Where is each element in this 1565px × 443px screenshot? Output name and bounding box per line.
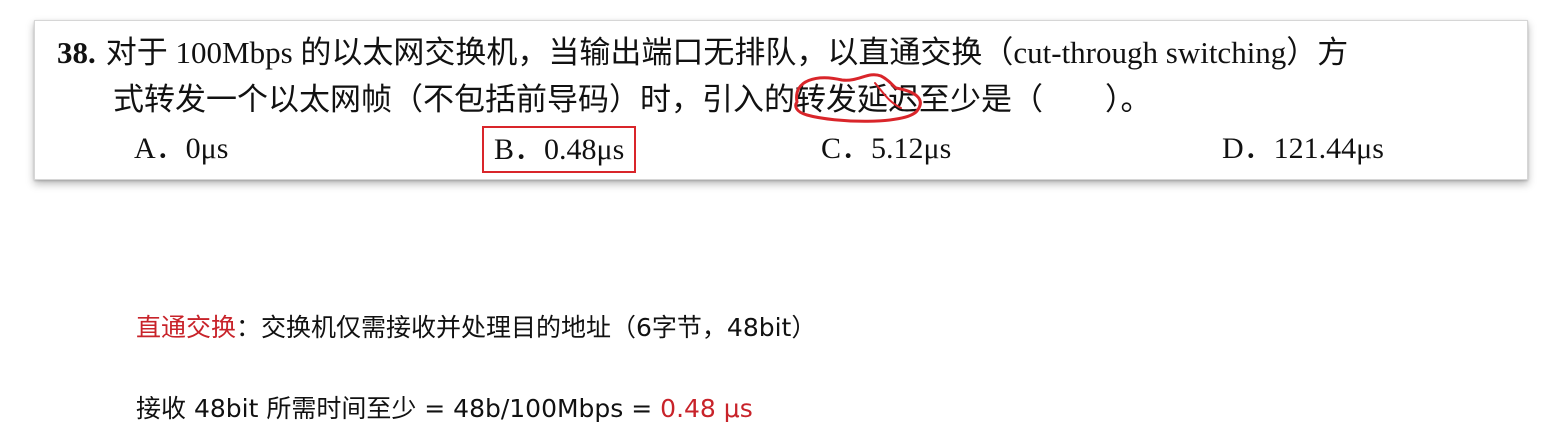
question-text-line-2-end: 至少是（ ）。 [919, 82, 1152, 117]
question-text-line-2-start: 式转发一个以太网帧（不包括前导码）时，引入的 [113, 82, 795, 117]
destination-address-explanation: ：交换机仅需接收并处理目的地址（6字节，48bit） [236, 313, 817, 342]
delay-calculation: 接收 48bit 所需时间至少 = 48b/100Mbps = [136, 394, 661, 423]
highlighted-term: 转发延迟 [794, 73, 922, 123]
delay-result: 0.48 μs [660, 394, 753, 423]
highlighted-term-text: 转发延迟 [795, 82, 919, 117]
question-line-1: 38. 对于 100Mbps 的以太网交换机，当输出端口无排队，以直通交换（cut… [57, 37, 1348, 68]
question-card: 38. 对于 100Mbps 的以太网交换机，当输出端口无排队，以直通交换（cut… [34, 20, 1528, 180]
explanation-line-1: 直通交换：交换机仅需接收并处理目的地址（6字节，48bit） [136, 315, 816, 340]
option-b-selected-answer: B．0.48μs [482, 126, 637, 173]
cut-through-term: 直通交换 [136, 313, 237, 342]
question-text-line-1: 对于 100Mbps 的以太网交换机，当输出端口无排队，以直通交换（cut-th… [105, 35, 1349, 70]
question-line-2: 式转发一个以太网帧（不包括前导码）时，引入的转发延迟 至少是（ ）。 [113, 73, 1152, 123]
option-d: D．121.44μs [1222, 132, 1384, 165]
option-a: A．0μs [134, 132, 229, 165]
option-c: C．5.12μs [821, 132, 952, 165]
explanation-line-2: 接收 48bit 所需时间至少 = 48b/100Mbps = 0.48 μs [136, 396, 753, 421]
question-number: 38. [57, 35, 96, 70]
